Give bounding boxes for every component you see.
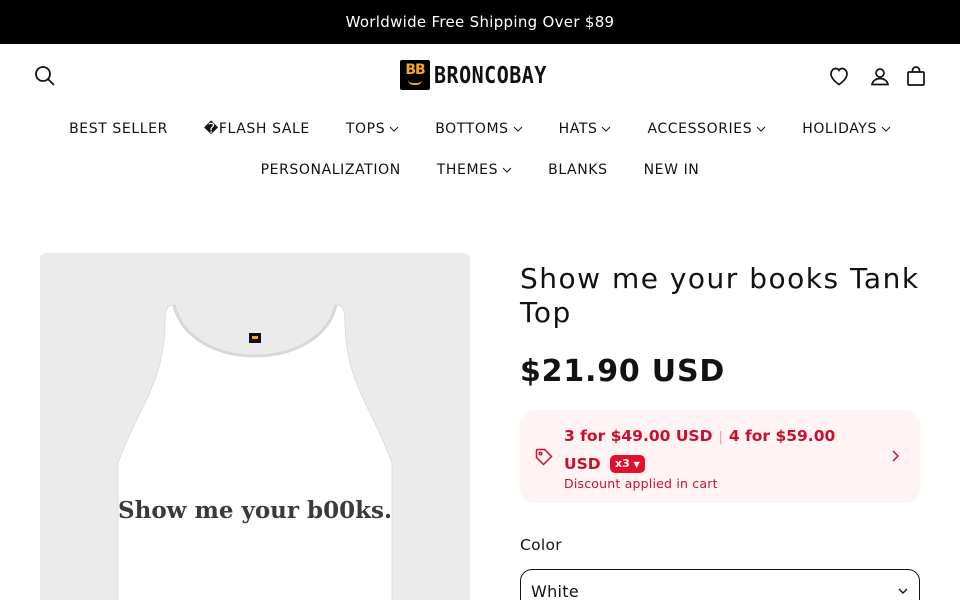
nav-accessories[interactable]: ACCESSORIES [647,121,766,137]
nav-blanks[interactable]: BLANKS [548,162,607,178]
tank-top-illustration [117,304,393,600]
nav-tops[interactable]: TOPS [346,121,399,137]
chevron-down-icon [502,165,512,175]
site-logo[interactable]: BB BRONCOBAY [400,60,547,90]
nav-personalization[interactable]: PERSONALIZATION [261,162,401,178]
chevron-down-icon [881,124,891,134]
nav-holidays[interactable]: HOLIDAYS [802,121,891,137]
color-select-value: White [531,582,580,600]
product-image[interactable]: Show me your b00ks. [40,253,470,600]
color-select[interactable]: White [520,569,920,600]
color-label: Color [520,536,562,554]
quantity-badge[interactable]: x3 ▼ [610,455,645,473]
chevron-down-icon [389,124,399,134]
product-title: Show me your books Tank Top [520,262,920,329]
nav-themes[interactable]: THEMES [437,162,512,178]
product-price: $21.90 USD [520,354,726,389]
nav-hats[interactable]: HATS [559,121,612,137]
discount-note: Discount applied in cart [564,476,718,491]
nav-bottoms[interactable]: BOTTOMS [435,121,522,137]
bundle-offers: 3 for $49.00 USD | 4 for $59.00 USD x3 ▼ [564,423,864,477]
main-nav-row-1: BEST SELLER �FLASH SALE TOPS BOTTOMS HAT… [0,121,960,137]
announcement-text: Worldwide Free Shipping Over $89 [345,13,615,31]
price-tag-icon [534,447,554,467]
offer-4-for: 4 for $59.00 [728,427,836,445]
site-header: BB BRONCOBAY [0,44,960,110]
logo-text: BRONCOBAY [434,61,547,89]
main-nav-row-2: PERSONALIZATION THEMES BLANKS NEW IN [0,162,960,178]
heart-icon[interactable] [827,64,851,88]
announcement-bar: Worldwide Free Shipping Over $89 [0,0,960,44]
offer-3-for: 3 for $49.00 USD [564,427,713,445]
nav-new-in[interactable]: NEW IN [644,162,700,178]
cart-icon[interactable] [904,64,928,88]
offer-separator: | [718,430,723,445]
offer-4-for-currency: USD [564,455,601,473]
chevron-down-icon [513,124,523,134]
chevron-down-icon [897,585,909,597]
logo-mark: BB [400,60,430,90]
nav-best-seller[interactable]: BEST SELLER [69,121,168,137]
chevron-down-icon [601,124,611,134]
account-icon[interactable] [868,64,892,88]
search-icon[interactable] [33,64,57,88]
chevron-down-icon [756,124,766,134]
product-image-text: Show me your b00ks. [118,497,392,524]
chevron-right-icon [888,449,902,463]
nav-flash-sale[interactable]: �FLASH SALE [204,121,310,137]
bundle-discount-box[interactable]: 3 for $49.00 USD | 4 for $59.00 USD x3 ▼ D… [520,410,920,503]
